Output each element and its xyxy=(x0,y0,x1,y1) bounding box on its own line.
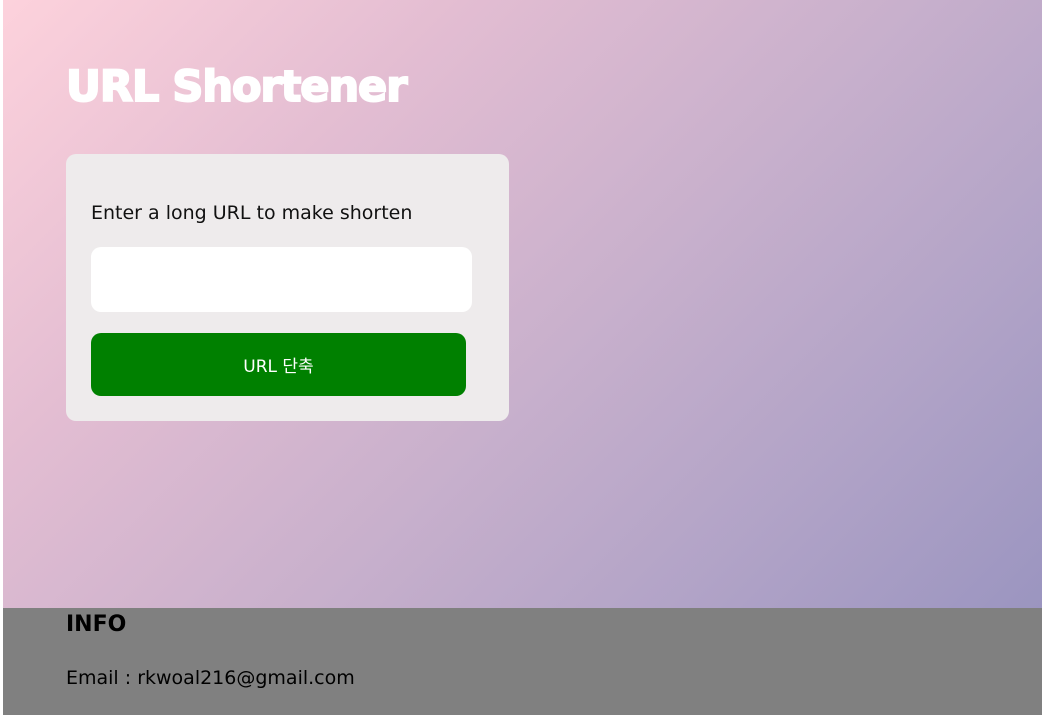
footer: INFO Email : rkwoal216@gmail.com xyxy=(3,608,1042,715)
footer-email: Email : rkwoal216@gmail.com xyxy=(66,667,355,689)
shorten-form-card: Enter a long URL to make shorten URL 단축 xyxy=(66,154,509,421)
hero-section: URL Shortener Enter a long URL to make s… xyxy=(3,0,1042,608)
url-input[interactable] xyxy=(91,247,472,312)
shorten-button[interactable]: URL 단축 xyxy=(91,333,466,396)
footer-heading: INFO xyxy=(66,612,127,637)
page-title: URL Shortener xyxy=(65,61,408,113)
page: URL Shortener Enter a long URL to make s… xyxy=(3,0,1042,715)
url-input-label: Enter a long URL to make shorten xyxy=(91,202,413,224)
